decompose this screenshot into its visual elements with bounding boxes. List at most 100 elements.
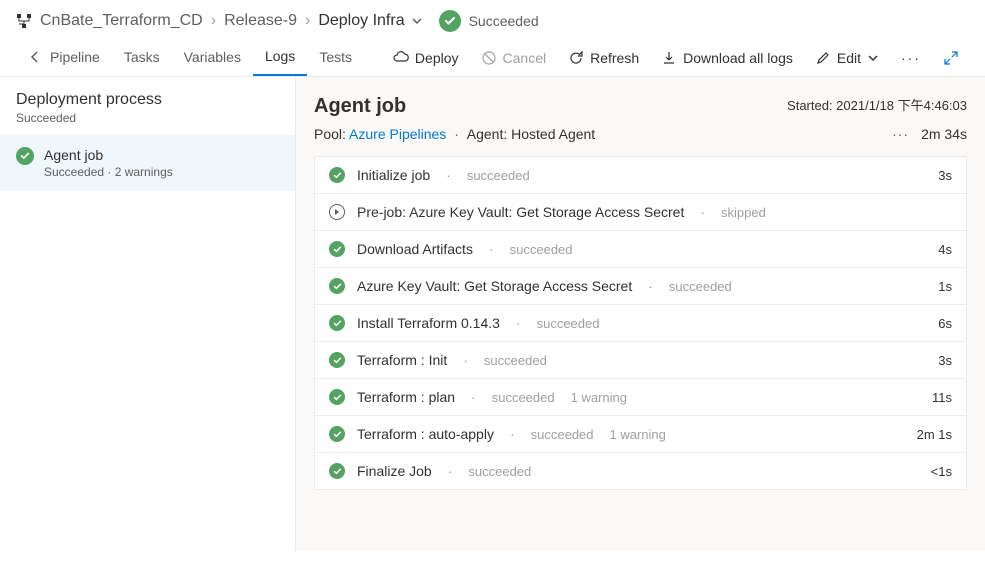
tab-tests[interactable]: Tests	[307, 40, 364, 76]
success-icon	[329, 315, 345, 331]
started-prefix: Started:	[787, 98, 836, 113]
sidebar-header: Deployment process Succeeded	[0, 77, 295, 135]
breadcrumb-pipeline[interactable]: CnBate_Terraform_CD	[40, 12, 203, 30]
tab-variables[interactable]: Variables	[172, 40, 253, 76]
task-row[interactable]: Azure Key Vault: Get Storage Access Secr…	[315, 268, 966, 305]
task-duration: 3s	[938, 168, 952, 183]
task-row[interactable]: Initialize job · succeeded 3s	[315, 157, 966, 194]
download-icon	[661, 50, 677, 66]
status-badge: Succeeded	[439, 10, 539, 32]
back-arrow-icon	[28, 50, 42, 64]
cloud-deploy-icon	[393, 50, 409, 66]
success-icon	[329, 426, 345, 442]
edit-button[interactable]: Edit	[813, 46, 881, 70]
task-status: succeeded	[484, 353, 547, 368]
task-duration: 3s	[938, 353, 952, 368]
task-name: Terraform : plan	[357, 389, 455, 405]
task-duration: 1s	[938, 279, 952, 294]
separator-dot: ·	[648, 278, 653, 294]
task-row[interactable]: Terraform : plan · succeeded 1 warning 1…	[315, 379, 966, 416]
task-name: Finalize Job	[357, 463, 432, 479]
success-icon	[329, 352, 345, 368]
tab-row: Pipeline Tasks Variables Logs Tests	[16, 40, 364, 76]
chevron-down-icon	[411, 15, 423, 27]
success-icon	[329, 167, 345, 183]
pool-link[interactable]: Azure Pipelines	[349, 126, 446, 142]
task-name: Terraform : Init	[357, 352, 447, 368]
sidebar: Deployment process Succeeded Agent job S…	[0, 77, 296, 551]
sidebar-subtitle: Succeeded	[16, 111, 279, 125]
download-logs-button[interactable]: Download all logs	[659, 46, 795, 70]
deploy-label: Deploy	[415, 50, 459, 66]
tab-pipeline-label: Pipeline	[50, 49, 100, 65]
task-row[interactable]: Install Terraform 0.14.3 · succeeded 6s	[315, 305, 966, 342]
separator-dot: ·	[516, 315, 521, 331]
edit-label: Edit	[837, 50, 861, 66]
success-icon	[16, 147, 34, 165]
tab-pipeline[interactable]: Pipeline	[16, 40, 112, 76]
task-duration: 4s	[938, 242, 952, 257]
task-name: Install Terraform 0.14.3	[357, 315, 500, 331]
task-list: Initialize job · succeeded 3s Pre-job: A…	[314, 156, 967, 490]
more-icon: ···	[901, 50, 921, 66]
task-name: Azure Key Vault: Get Storage Access Secr…	[357, 278, 632, 294]
task-status: succeeded	[467, 168, 530, 183]
tab-tasks[interactable]: Tasks	[112, 40, 172, 76]
task-row[interactable]: Finalize Job · succeeded <1s	[315, 453, 966, 489]
task-row[interactable]: Pre-job: Azure Key Vault: Get Storage Ac…	[315, 194, 966, 231]
separator-dot: ·	[700, 204, 705, 220]
task-row[interactable]: Terraform : Init · succeeded 3s	[315, 342, 966, 379]
success-icon	[329, 241, 345, 257]
success-icon	[329, 278, 345, 294]
fullscreen-button[interactable]	[941, 46, 961, 70]
task-duration: 2m 1s	[917, 427, 952, 442]
sidebar-item-meta: Succeeded · 2 warnings	[44, 165, 173, 179]
separator-dot: ·	[463, 352, 468, 368]
separator-dot: ·	[471, 389, 476, 405]
expand-icon	[943, 50, 959, 66]
task-warning: 1 warning	[571, 390, 627, 405]
tab-logs[interactable]: Logs	[253, 40, 307, 76]
breadcrumb-release[interactable]: Release-9	[224, 12, 297, 30]
chevron-right-icon: ›	[211, 12, 216, 30]
task-status: succeeded	[537, 316, 600, 331]
task-name: Download Artifacts	[357, 241, 473, 257]
main-panel: Agent job Started: 2021/1/18 下午4:46:03 P…	[296, 77, 985, 551]
task-status: succeeded	[531, 427, 594, 442]
separator-dot: ·	[489, 241, 494, 257]
toolbar-actions: Deploy Cancel Refresh Download all logs …	[391, 46, 969, 70]
task-warning: 1 warning	[610, 427, 666, 442]
job-more-button[interactable]: ···	[892, 126, 909, 142]
sidebar-item-label: Agent job	[44, 147, 173, 163]
separator-dot: ·	[448, 463, 453, 479]
task-row[interactable]: Download Artifacts · succeeded 4s	[315, 231, 966, 268]
more-button[interactable]: ···	[899, 46, 923, 70]
release-icon	[16, 13, 32, 29]
separator-dot: ·	[446, 167, 451, 183]
status-label: Succeeded	[469, 13, 539, 29]
task-row[interactable]: Terraform : auto-apply · succeeded 1 war…	[315, 416, 966, 453]
job-duration: 2m 34s	[921, 126, 967, 142]
pool-row: Pool: Azure Pipelines · Agent: Hosted Ag…	[314, 126, 967, 142]
cancel-label: Cancel	[503, 50, 547, 66]
pool-info: Pool: Azure Pipelines · Agent: Hosted Ag…	[314, 126, 595, 142]
sidebar-item-agent-job[interactable]: Agent job Succeeded · 2 warnings	[0, 135, 295, 191]
chevron-down-icon	[867, 52, 879, 64]
breadcrumb-stage[interactable]: Deploy Infra	[318, 12, 422, 30]
task-status: succeeded	[468, 464, 531, 479]
sidebar-item-text: Agent job Succeeded · 2 warnings	[44, 147, 173, 179]
skipped-icon	[329, 204, 345, 220]
main-header: Agent job Started: 2021/1/18 下午4:46:03	[314, 95, 967, 118]
pool-label: Pool:	[314, 126, 349, 142]
task-duration: 6s	[938, 316, 952, 331]
task-status: succeeded	[669, 279, 732, 294]
deploy-button[interactable]: Deploy	[391, 46, 461, 70]
chevron-right-icon: ›	[305, 12, 310, 30]
refresh-label: Refresh	[590, 50, 639, 66]
refresh-button[interactable]: Refresh	[566, 46, 641, 70]
page-header: CnBate_Terraform_CD › Release-9 › Deploy…	[0, 0, 985, 36]
task-name: Pre-job: Azure Key Vault: Get Storage Ac…	[357, 204, 684, 220]
separator-dot: ·	[510, 426, 515, 442]
download-label: Download all logs	[683, 50, 793, 66]
sidebar-title: Deployment process	[16, 91, 279, 109]
